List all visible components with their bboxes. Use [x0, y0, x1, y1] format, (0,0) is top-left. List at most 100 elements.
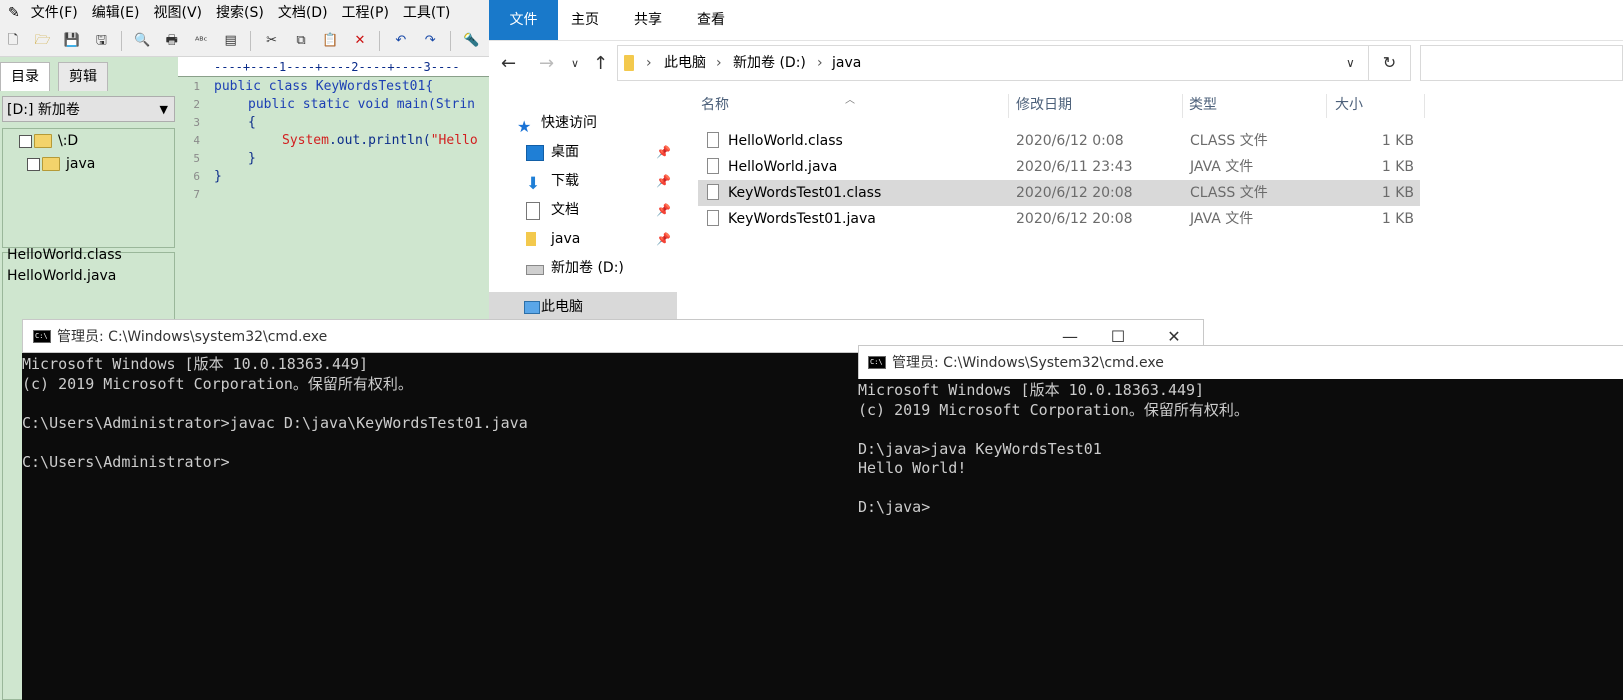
- cut-icon[interactable]: ✂: [261, 30, 283, 52]
- open-folder-icon[interactable]: 🗁: [31, 30, 53, 52]
- address-bar[interactable]: › 此电脑 › 新加卷 (D:) › java ∨: [617, 45, 1369, 81]
- ribbon-tab-view[interactable]: 查看: [697, 0, 725, 40]
- nav-item-label: 下载: [551, 173, 579, 189]
- tree-checkbox[interactable]: [27, 157, 40, 171]
- column-separator[interactable]: [1326, 94, 1327, 118]
- code-string-token: "Hello: [430, 133, 478, 148]
- tree-item-java[interactable]: java: [27, 154, 95, 174]
- up-arrow-icon[interactable]: ↑: [593, 53, 608, 74]
- nav-item-quick-access[interactable]: ★ 快速访问: [489, 109, 677, 137]
- delete-icon[interactable]: ✕: [349, 30, 371, 52]
- download-icon: ⬇: [526, 174, 541, 194]
- nav-item-java[interactable]: java 📌: [489, 225, 677, 253]
- folder-icon: [624, 55, 634, 71]
- file-name: HelloWorld.class: [728, 133, 843, 149]
- menu-tools[interactable]: 工具(T): [396, 0, 457, 26]
- cmd-app-icon: C:\: [33, 330, 51, 343]
- undo-icon[interactable]: ↶: [390, 30, 412, 52]
- file-size: 1 KB: [1381, 133, 1414, 149]
- refresh-icon[interactable]: ↻: [1369, 45, 1411, 81]
- paste-icon[interactable]: 📋: [319, 30, 341, 52]
- line-number: 1: [193, 80, 200, 93]
- menu-edit[interactable]: 编辑(E): [85, 0, 147, 26]
- menu-file[interactable]: 文件(F): [24, 0, 85, 26]
- table-row-selected[interactable]: KeyWordsTest01.class 2020/6/12 20:08 CLA…: [698, 180, 1420, 206]
- print-icon[interactable]: 🖶: [161, 30, 183, 52]
- console-line: (c) 2019 Microsoft Corporation。保留所有权利。: [858, 400, 1249, 419]
- table-row[interactable]: HelloWorld.class 2020/6/12 0:08 CLASS 文件…: [698, 128, 1420, 154]
- word-wrap-icon[interactable]: ▤: [220, 30, 242, 52]
- file-name: KeyWordsTest01.class: [728, 185, 882, 201]
- menu-view[interactable]: 视图(V): [147, 0, 210, 26]
- cmd1-console[interactable]: Microsoft Windows [版本 10.0.18363.449] (c…: [22, 353, 858, 700]
- find-icon[interactable]: 🔦: [460, 30, 482, 52]
- ribbon-tab-file[interactable]: 文件: [489, 0, 558, 40]
- column-separator[interactable]: [1008, 94, 1009, 118]
- forward-arrow-icon[interactable]: →: [539, 53, 554, 74]
- tab-directory[interactable]: 目录: [0, 62, 50, 91]
- nav-item-drive-d[interactable]: 新加卷 (D:): [489, 254, 677, 282]
- column-header-size[interactable]: 大小: [1335, 88, 1363, 122]
- column-header-name[interactable]: 名称: [701, 88, 729, 122]
- nav-item-desktop[interactable]: 桌面 📌: [489, 138, 677, 166]
- list-item[interactable]: HelloWorld.java: [7, 268, 116, 284]
- column-header-type[interactable]: 类型: [1189, 88, 1217, 122]
- ribbon-tab-home[interactable]: 主页: [571, 0, 599, 40]
- pin-icon[interactable]: 📌: [656, 138, 671, 166]
- column-separator[interactable]: [1424, 94, 1425, 118]
- breadcrumb-item-this-pc[interactable]: 此电脑: [664, 46, 706, 80]
- file-name: HelloWorld.java: [728, 159, 838, 175]
- save-icon[interactable]: 💾: [61, 30, 83, 52]
- folder-icon: [526, 232, 536, 246]
- column-separator[interactable]: [1182, 94, 1183, 118]
- file-type: CLASS 文件: [1190, 185, 1268, 201]
- folder-icon: [34, 134, 52, 148]
- editor-toolbar: 🗋 🗁 💾 🖫 🔍 🖶 ᴬᴮᶜ ▤ ✂ ⧉ 📋 ✕ ↶ ↷ 🔦 ᴬʙ 📄: [0, 26, 505, 75]
- breadcrumb-item-drive[interactable]: 新加卷 (D:): [733, 46, 806, 80]
- file-name: KeyWordsTest01.java: [728, 211, 876, 227]
- tree-checkbox[interactable]: [19, 134, 32, 148]
- ribbon-tab-share[interactable]: 共享: [634, 0, 662, 40]
- recent-chevron-down-icon[interactable]: ∨: [571, 57, 579, 70]
- print-preview-icon[interactable]: 🔍: [131, 30, 153, 52]
- breadcrumb-item-java[interactable]: java: [832, 46, 861, 80]
- nav-item-downloads[interactable]: ⬇ 下载 📌: [489, 167, 677, 195]
- back-arrow-icon[interactable]: ←: [501, 53, 516, 74]
- redo-icon[interactable]: ↷: [419, 30, 441, 52]
- cmd2-console[interactable]: Microsoft Windows [版本 10.0.18363.449] (c…: [858, 379, 1623, 700]
- column-header-date[interactable]: 修改日期: [1016, 88, 1072, 122]
- copy-icon[interactable]: ⧉: [290, 30, 312, 52]
- console-line: C:\Users\Administrator>: [22, 452, 230, 471]
- cmd2-title: 管理员: C:\Windows\System32\cmd.exe: [892, 355, 1164, 371]
- cmd2-titlebar[interactable]: C:\ 管理员: C:\Windows\System32\cmd.exe: [858, 345, 1623, 379]
- menu-search[interactable]: 搜索(S): [209, 0, 271, 26]
- file-date: 2020/6/12 20:08: [1016, 211, 1133, 227]
- save-all-icon[interactable]: 🖫: [90, 30, 112, 52]
- search-input[interactable]: [1420, 45, 1623, 81]
- drive-select[interactable]: [D:] 新加卷 ▼: [2, 96, 175, 122]
- address-dropdown-chevron-icon[interactable]: ∨: [1346, 46, 1355, 80]
- tree-item-root[interactable]: \:D: [19, 131, 78, 151]
- code-line: }: [248, 151, 256, 166]
- menu-document[interactable]: 文档(D): [271, 0, 335, 26]
- table-row[interactable]: KeyWordsTest01.java 2020/6/12 20:08 JAVA…: [698, 206, 1420, 232]
- code-line: }: [214, 169, 222, 184]
- pin-icon[interactable]: 📌: [656, 196, 671, 224]
- table-row[interactable]: HelloWorld.java 2020/6/11 23:43 JAVA 文件 …: [698, 154, 1420, 180]
- line-number: 3: [193, 116, 200, 129]
- file-date: 2020/6/12 0:08: [1016, 133, 1124, 149]
- new-file-icon[interactable]: 🗋: [2, 30, 24, 52]
- nav-item-documents[interactable]: 文档 📌: [489, 196, 677, 224]
- nav-item-label: 此电脑: [541, 299, 583, 315]
- list-item[interactable]: HelloWorld.class: [7, 247, 122, 263]
- tab-clip[interactable]: 剪辑: [58, 62, 108, 91]
- menu-edit-icon[interactable]: ✎: [0, 0, 24, 26]
- drive-select-value: [D:] 新加卷: [7, 102, 80, 118]
- breadcrumb-separator-icon: ›: [646, 55, 652, 71]
- console-line: D:\java>: [858, 498, 931, 516]
- nav-item-this-pc[interactable]: 此电脑: [489, 293, 677, 321]
- pin-icon[interactable]: 📌: [656, 225, 671, 253]
- pin-icon[interactable]: 📌: [656, 167, 671, 195]
- menu-project[interactable]: 工程(P): [335, 0, 396, 26]
- spellcheck-icon[interactable]: ᴬᴮᶜ: [190, 31, 212, 53]
